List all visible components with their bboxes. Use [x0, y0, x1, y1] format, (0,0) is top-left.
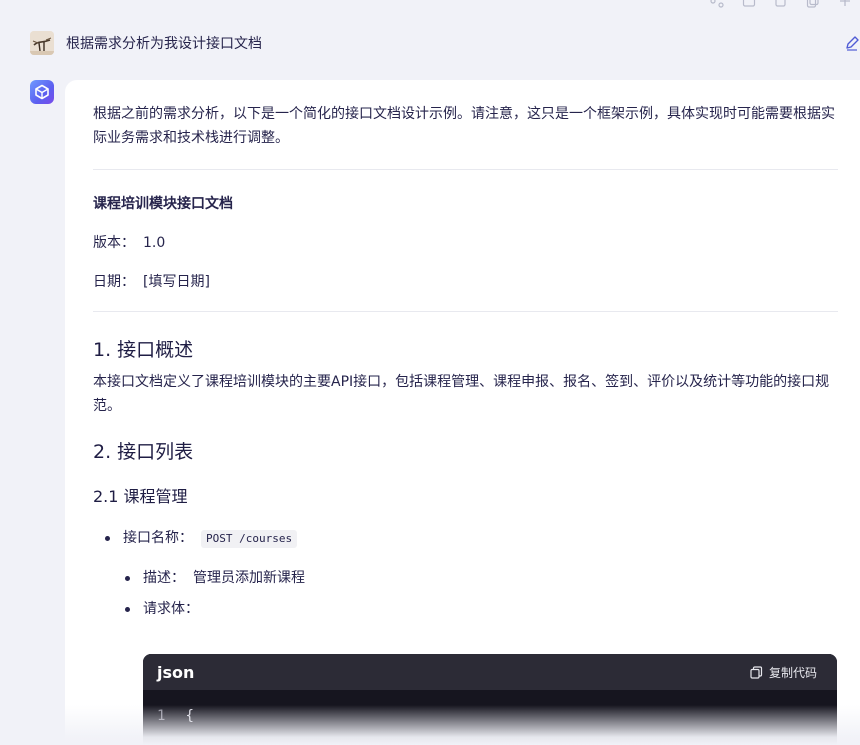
code-body: 1 { [143, 690, 837, 742]
section-1-description: 本接口文档定义了课程培训模块的主要API接口，包括课程管理、课程申报、报名、签到… [93, 374, 830, 414]
divider [93, 311, 838, 312]
version-label: 版本： [93, 235, 135, 251]
cube-logo-icon [35, 84, 49, 100]
section-2-title: 2. 接口列表 [93, 441, 194, 463]
list-item: 请求体： [93, 599, 836, 619]
api-name-label: 接口名称： [123, 530, 193, 546]
user-avatar[interactable] [30, 31, 54, 55]
code-header: json 复制代码 [143, 654, 837, 690]
api-detail-list: 描述： 管理员添加新课程 请求体： [93, 568, 836, 619]
answer-intro: 根据之前的需求分析，以下是一个简化的接口文档设计示例。请注意，这只是一个框架示例… [93, 106, 835, 146]
version-line: 版本： 1.0 [93, 232, 836, 252]
user-question-text: 根据需求分析为我设计接口文档 [66, 36, 262, 52]
share-icon[interactable] [710, 0, 724, 8]
copy-icon[interactable] [774, 0, 788, 8]
copy-code-button[interactable]: 复制代码 [750, 664, 817, 681]
doc-title: 课程培训模块接口文档 [93, 196, 233, 212]
body-label: 请求体： [143, 601, 199, 617]
list-item: 描述： 管理员添加新课程 [93, 568, 836, 588]
section-1-title: 1. 接口概述 [93, 339, 194, 361]
list-item: 接口名称： POST /courses [93, 528, 836, 548]
date-line: 日期： [填写日期] [93, 271, 836, 291]
assistant-avatar [30, 80, 54, 104]
subsection-2-1-title: 2.1 课程管理 [93, 487, 188, 506]
code-line: { [185, 708, 194, 724]
pencil-icon[interactable] [844, 34, 860, 52]
user-message-row: 根据需求分析为我设计接口文档 [30, 28, 860, 58]
copy-code-label: 复制代码 [768, 665, 817, 680]
image-icon[interactable] [742, 0, 756, 8]
date-value: [填写日期] [143, 274, 210, 290]
message-toolbar [710, 0, 852, 8]
assistant-answer-card: 根据之前的需求分析，以下是一个简化的接口文档设计示例。请注意，这只是一个框架示例… [65, 80, 860, 745]
divider [93, 169, 838, 170]
code-language: json [157, 662, 195, 682]
version-value: 1.0 [143, 235, 166, 251]
line-number: 1 [157, 708, 166, 724]
duplicate-icon[interactable] [806, 0, 820, 8]
date-label: 日期： [93, 274, 135, 290]
desc-value: 管理员添加新课程 [193, 570, 305, 586]
copy-icon [750, 665, 763, 679]
code-block: json 复制代码 1 { [143, 654, 837, 745]
desc-label: 描述： [143, 570, 185, 586]
api-endpoint-code: POST /courses [201, 530, 298, 548]
plus-icon[interactable] [838, 0, 852, 8]
api-list: 接口名称： POST /courses [93, 528, 836, 548]
